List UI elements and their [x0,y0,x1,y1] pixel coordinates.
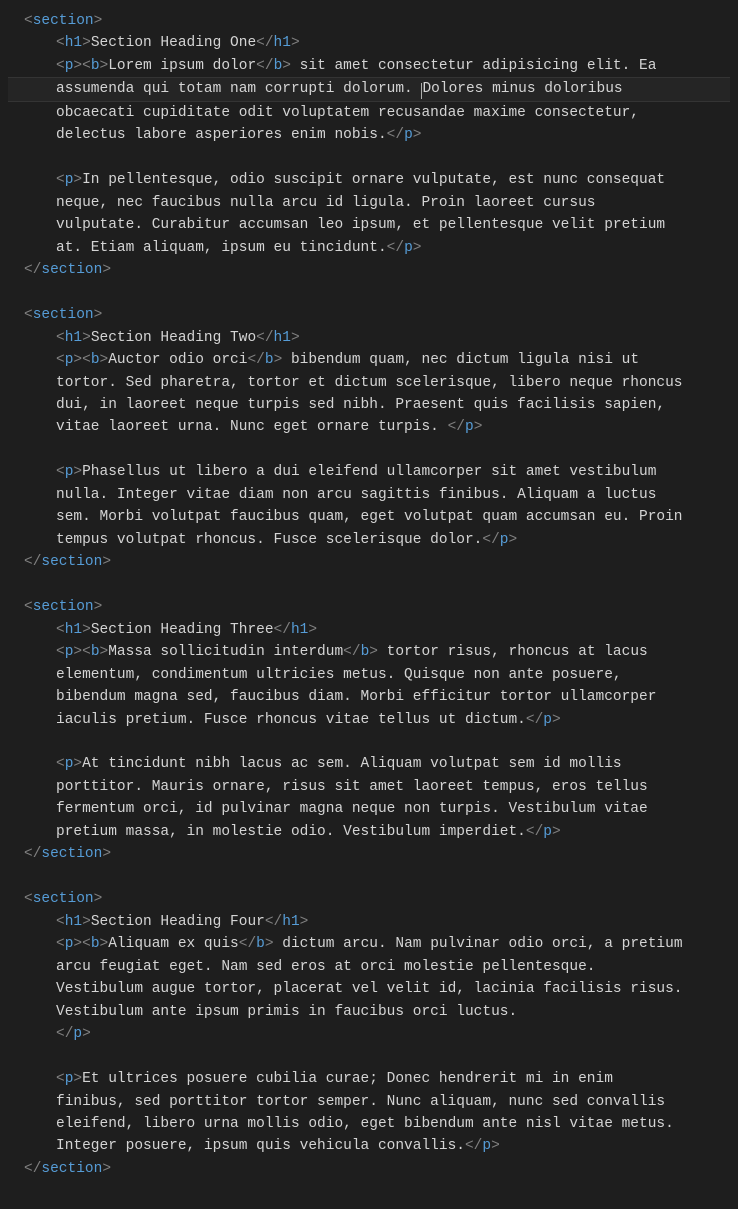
code-line[interactable]: obcaecati cupiditate odit voluptatem rec… [8,102,730,124]
code-line[interactable]: <p>Phasellus ut libero a dui eleifend ul… [8,461,730,483]
tag-section-close[interactable]: </section> [8,551,730,573]
blank-line[interactable] [8,147,730,169]
tag-h1[interactable]: <h1>Section Heading Four</h1> [8,911,730,933]
code-line[interactable]: dui, in laoreet neque turpis sed nibh. P… [8,394,730,416]
code-line[interactable]: <p><b>Massa sollicitudin interdum</b> to… [8,641,730,663]
text-cursor [421,83,422,99]
tag-h1[interactable]: <h1>Section Heading Three</h1> [8,619,730,641]
tag-section-open[interactable]: <section> [8,304,730,326]
heading-text[interactable]: Section Heading One [91,35,256,51]
blank-line[interactable] [8,282,730,304]
code-line[interactable]: fermentum orci, id pulvinar magna neque … [8,798,730,820]
blank-line[interactable] [8,574,730,596]
code-line[interactable]: assumenda qui totam nam corrupti dolorum… [8,77,730,101]
code-line[interactable]: elementum, condimentum ultricies metus. … [8,664,730,686]
tag-section-close[interactable]: </section> [8,259,730,281]
code-line[interactable]: <p><b>Aliquam ex quis</b> dictum arcu. N… [8,933,730,955]
heading-text[interactable]: Section Heading Three [91,622,274,638]
code-line[interactable]: delectus labore asperiores enim nobis.</… [8,124,730,146]
code-editor[interactable]: <section><h1>Section Heading One</h1><p>… [0,0,738,1196]
code-line[interactable]: porttitor. Mauris ornare, risus sit amet… [8,776,730,798]
code-line[interactable]: <p>In pellentesque, odio suscipit ornare… [8,169,730,191]
code-line[interactable]: <p><b>Auctor odio orci</b> bibendum quam… [8,349,730,371]
tag-h1[interactable]: <h1>Section Heading One</h1> [8,32,730,54]
code-line[interactable]: iaculis pretium. Fusce rhoncus vitae tel… [8,709,730,731]
tag-p-close[interactable]: </p> [8,1023,730,1045]
blank-line[interactable] [8,1046,730,1068]
heading-text[interactable]: Section Heading Four [91,914,265,930]
tag-section-open[interactable]: <section> [8,10,730,32]
tag-section-close[interactable]: </section> [8,1158,730,1180]
code-line[interactable]: <p>At tincidunt nibh lacus ac sem. Aliqu… [8,753,730,775]
code-line[interactable]: nulla. Integer vitae diam non arcu sagit… [8,484,730,506]
code-line[interactable]: vitae laoreet urna. Nunc eget ornare tur… [8,416,730,438]
code-line[interactable]: Vestibulum ante ipsum primis in faucibus… [8,1001,730,1023]
code-line[interactable]: Integer posuere, ipsum quis vehicula con… [8,1135,730,1157]
heading-text[interactable]: Section Heading Two [91,330,256,346]
blank-line[interactable] [8,731,730,753]
code-line[interactable]: arcu feugiat eget. Nam sed eros at orci … [8,956,730,978]
code-line[interactable]: <p><b>Lorem ipsum dolor</b> sit amet con… [8,55,730,77]
tag-section-open[interactable]: <section> [8,888,730,910]
code-line[interactable]: neque, nec faucibus nulla arcu id ligula… [8,192,730,214]
code-line[interactable]: at. Etiam aliquam, ipsum eu tincidunt.</… [8,237,730,259]
code-line[interactable]: tempus volutpat rhoncus. Fusce scelerisq… [8,529,730,551]
code-line[interactable]: eleifend, libero urna mollis odio, eget … [8,1113,730,1135]
code-line[interactable]: Vestibulum augue tortor, placerat vel ve… [8,978,730,1000]
blank-line[interactable] [8,866,730,888]
code-line[interactable]: tortor. Sed pharetra, tortor et dictum s… [8,372,730,394]
tag-section-close[interactable]: </section> [8,843,730,865]
code-line[interactable]: vulputate. Curabitur accumsan leo ipsum,… [8,214,730,236]
blank-line[interactable] [8,439,730,461]
code-line[interactable]: sem. Morbi volutpat faucibus quam, eget … [8,506,730,528]
code-line[interactable]: finibus, sed porttitor tortor semper. Nu… [8,1091,730,1113]
code-line[interactable]: bibendum magna sed, faucibus diam. Morbi… [8,686,730,708]
tag-h1[interactable]: <h1>Section Heading Two</h1> [8,327,730,349]
tag-section-open[interactable]: <section> [8,596,730,618]
code-line[interactable]: <p>Et ultrices posuere cubilia curae; Do… [8,1068,730,1090]
code-line[interactable]: pretium massa, in molestie odio. Vestibu… [8,821,730,843]
